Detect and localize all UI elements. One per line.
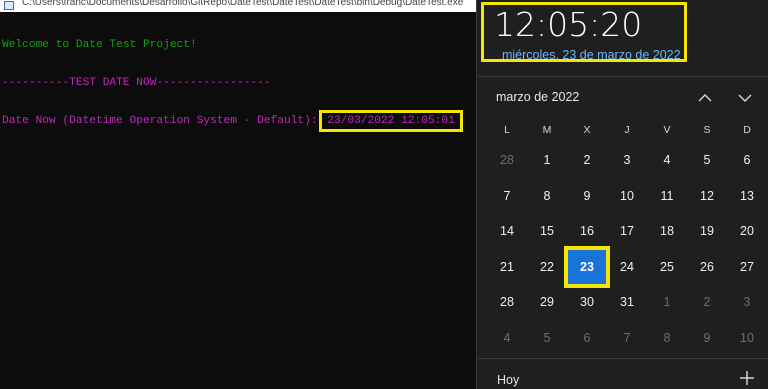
plus-icon <box>740 371 754 385</box>
calendar-day[interactable]: 19 <box>688 214 726 248</box>
calendar-day[interactable]: 10 <box>728 321 766 355</box>
weekday-label: M <box>542 124 552 136</box>
date-now-line: Date Now (Datetime Operation System - De… <box>2 109 463 133</box>
calendar-day[interactable]: 14 <box>488 214 526 248</box>
calendar-day[interactable]: 8 <box>528 179 566 213</box>
date-now-value: 23/03/2022 12:05:01 <box>319 109 463 133</box>
weekday-label: D <box>743 124 751 136</box>
console-output: Welcome to Date Test Project! ----------… <box>2 14 463 153</box>
calendar-day[interactable]: 1 <box>648 285 686 319</box>
calendar-day[interactable]: 22 <box>528 250 566 284</box>
calendar-day[interactable]: 2 <box>568 143 606 177</box>
calendar-day[interactable]: 26 <box>688 250 726 284</box>
calendar-day[interactable]: 28 <box>488 143 526 177</box>
calendar-day[interactable]: 5 <box>528 321 566 355</box>
calendar-day[interactable]: 9 <box>568 179 606 213</box>
calendar-day-today[interactable]: 23 <box>564 245 610 288</box>
weekday-header: LMXJVSD <box>487 124 767 138</box>
weekday-label: J <box>624 124 630 136</box>
calendar-day[interactable]: 7 <box>488 179 526 213</box>
calendar-day[interactable]: 3 <box>608 143 646 177</box>
calendar-day[interactable]: 21 <box>488 250 526 284</box>
calendar-day[interactable]: 17 <box>608 214 646 248</box>
add-event-button[interactable] <box>737 368 757 388</box>
next-month-button[interactable] <box>735 88 755 108</box>
chevron-up-icon <box>698 94 712 102</box>
chevron-down-icon <box>738 94 752 102</box>
console-title: C:\Users\franc\Documents\Desarrollo\GitR… <box>22 0 464 8</box>
calendar-day[interactable]: 18 <box>648 214 686 248</box>
calendar-day[interactable]: 6 <box>568 321 606 355</box>
previous-month-button[interactable] <box>695 88 715 108</box>
divider <box>477 76 768 77</box>
calendar-day[interactable]: 1 <box>528 143 566 177</box>
calendar-day[interactable]: 12 <box>688 179 726 213</box>
divider-bottom <box>477 358 768 359</box>
calendar-day[interactable]: 29 <box>528 285 566 319</box>
calendar-day[interactable]: 5 <box>688 143 726 177</box>
calendar-day[interactable]: 24 <box>608 250 646 284</box>
calendar-day[interactable]: 8 <box>648 321 686 355</box>
calendar-grid: 28 1 2 3 4 5 6 7 8 9 10 11 12 13 14 15 16 17 18 19 20 21 22 23 2… <box>487 143 767 358</box>
calendar-day[interactable]: 13 <box>728 179 766 213</box>
weekday-label: X <box>583 124 591 136</box>
calendar-day[interactable]: 28 <box>488 285 526 319</box>
weekday-label: L <box>504 124 510 136</box>
today-section-label: Hoy <box>497 373 520 387</box>
calendar-day[interactable]: 6 <box>728 143 766 177</box>
calendar-day[interactable]: 4 <box>648 143 686 177</box>
separator-line: ----------TEST DATE NOW----------------- <box>2 76 271 89</box>
console-titlebar[interactable]: C:\Users\franc\Documents\Desarrollo\GitR… <box>0 0 476 12</box>
calendar-flyout: 12:05:20 miércoles, 23 de marzo de 2022 … <box>476 0 768 389</box>
calendar-day[interactable]: 11 <box>648 179 686 213</box>
welcome-line: Welcome to Date Test Project! <box>2 39 197 52</box>
calendar-day[interactable]: 15 <box>528 214 566 248</box>
calendar-day[interactable]: 30 <box>568 285 606 319</box>
calendar-day[interactable]: 31 <box>608 285 646 319</box>
calendar-day[interactable]: 2 <box>688 285 726 319</box>
clock-highlight-box: 12:05:20 miércoles, 23 de marzo de 2022 <box>481 2 687 62</box>
calendar-day[interactable]: 9 <box>688 321 726 355</box>
calendar-day[interactable]: 7 <box>608 321 646 355</box>
clock-date[interactable]: miércoles, 23 de marzo de 2022 <box>502 48 681 62</box>
console-app-icon <box>4 1 14 10</box>
calendar-day[interactable]: 27 <box>728 250 766 284</box>
clock-time: 12:05:20 <box>494 5 643 44</box>
calendar-day[interactable]: 25 <box>648 250 686 284</box>
date-now-label: Date Now (Datetime Operation System - De… <box>2 114 318 127</box>
calendar-day[interactable]: 16 <box>568 214 606 248</box>
calendar-day[interactable]: 3 <box>728 285 766 319</box>
calendar-day[interactable]: 10 <box>608 179 646 213</box>
month-label[interactable]: marzo de 2022 <box>496 90 579 104</box>
weekday-label: S <box>703 124 711 136</box>
calendar-day[interactable]: 20 <box>728 214 766 248</box>
console-window: C:\Users\franc\Documents\Desarrollo\GitR… <box>0 0 476 389</box>
calendar-day[interactable]: 4 <box>488 321 526 355</box>
weekday-label: V <box>663 124 671 136</box>
